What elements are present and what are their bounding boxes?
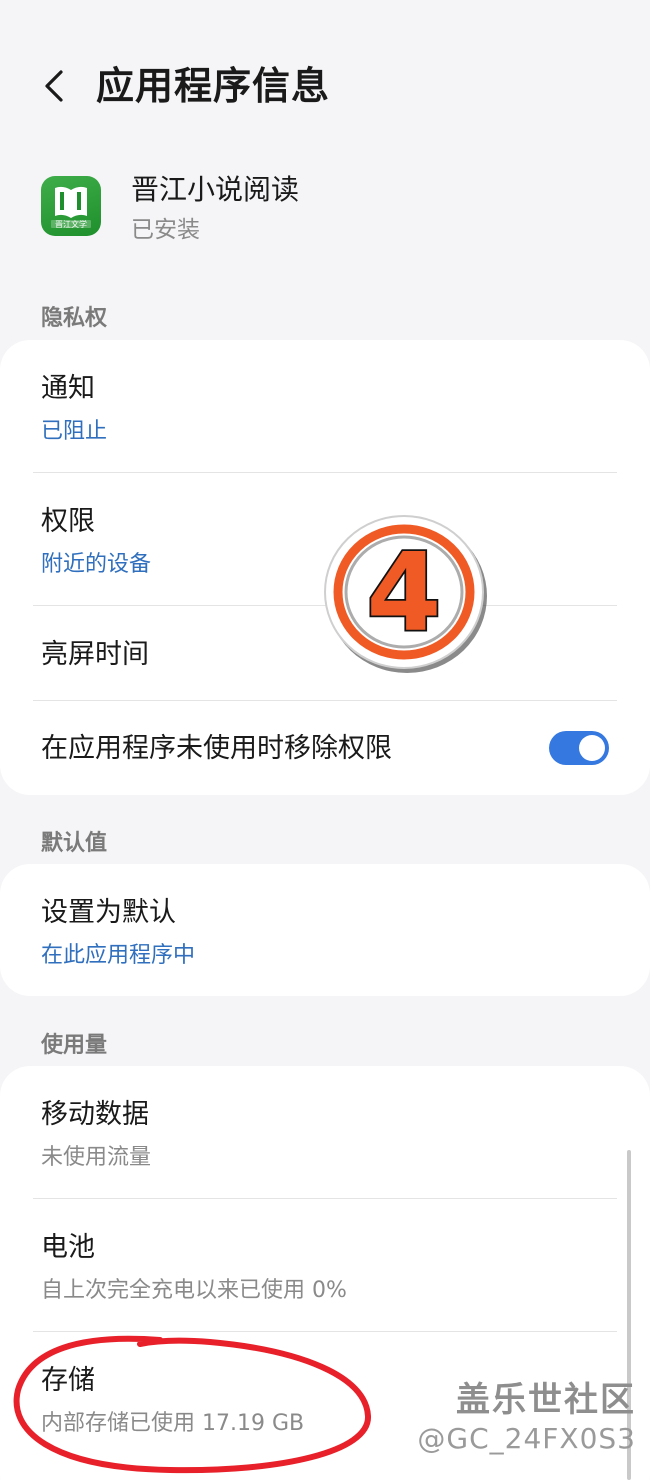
step-number-badge: 4	[324, 515, 487, 673]
remove-permissions-toggle[interactable]	[549, 731, 609, 765]
app-name: 晋江小说阅读	[131, 173, 300, 206]
item-title: 在应用程序未使用时移除权限	[41, 733, 392, 764]
defaults-card: 设置为默认 在此应用程序中	[0, 864, 650, 996]
step-number: 4	[366, 531, 441, 656]
item-subtitle: 内部存储已使用 17.19 GB	[41, 1411, 305, 1436]
section-label-defaults: 默认值	[41, 831, 108, 856]
app-install-status: 已安装	[131, 217, 200, 243]
item-title: 亮屏时间	[41, 639, 149, 670]
item-subtitle: 自上次完全充电以来已使用 0%	[41, 1278, 347, 1303]
item-subtitle: 未使用流量	[41, 1145, 152, 1170]
item-title: 权限	[41, 506, 95, 537]
app-summary[interactable]: 晋江文学 晋江小说阅读 已安装	[0, 160, 650, 270]
item-title: 通知	[41, 373, 95, 404]
section-label-usage: 使用量	[41, 1033, 108, 1058]
app-info-screen: 应用程序信息 晋江文学 晋江小说阅读 已安装 隐私权 通知 已阻止 权限 附近的…	[0, 0, 650, 1480]
watermark-user: @GC_24FX0S3	[417, 1422, 636, 1455]
toggle-knob	[579, 735, 605, 761]
item-title: 设置为默认	[41, 897, 176, 928]
remove-permissions-item[interactable]: 在应用程序未使用时移除权限	[0, 701, 650, 795]
mobile-data-item[interactable]: 移动数据 未使用流量	[0, 1066, 650, 1198]
item-title: 移动数据	[41, 1099, 149, 1130]
app-icon-label: 晋江文学	[55, 220, 87, 229]
item-subtitle: 在此应用程序中	[41, 943, 196, 968]
chevron-left-icon	[45, 70, 63, 102]
item-title: 存储	[41, 1365, 95, 1396]
section-label-privacy: 隐私权	[41, 306, 108, 331]
item-subtitle: 附近的设备	[41, 552, 152, 577]
header: 应用程序信息	[0, 0, 650, 175]
back-button[interactable]	[28, 58, 84, 114]
app-icon: 晋江文学	[41, 176, 101, 236]
page-title: 应用程序信息	[96, 64, 331, 108]
set-default-item[interactable]: 设置为默认 在此应用程序中	[0, 864, 650, 996]
item-subtitle: 已阻止	[41, 419, 108, 444]
item-title: 电池	[41, 1232, 95, 1263]
battery-item[interactable]: 电池 自上次完全充电以来已使用 0%	[0, 1199, 650, 1331]
watermark-brand: 盖乐世社区	[456, 1380, 636, 1420]
notifications-item[interactable]: 通知 已阻止	[0, 340, 650, 472]
